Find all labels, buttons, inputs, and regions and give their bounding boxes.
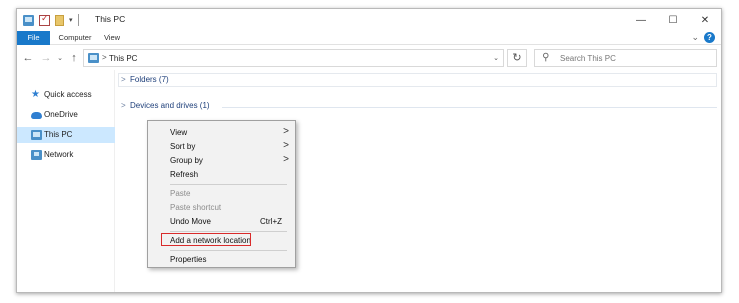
- menu-item-properties[interactable]: Properties: [148, 253, 295, 266]
- up-button[interactable]: ↑: [67, 51, 81, 65]
- window-controls: — ☐ ✕: [625, 9, 721, 31]
- breadcrumb-this-pc[interactable]: This PC: [109, 54, 137, 63]
- menu-item-view[interactable]: View >: [148, 126, 295, 139]
- menu-separator: [170, 250, 287, 251]
- refresh-button[interactable]: ↻: [507, 49, 527, 67]
- menu-item-paste: Paste: [148, 187, 295, 200]
- menu-item-sort-by[interactable]: Sort by >: [148, 140, 295, 153]
- search-placeholder: Search This PC: [560, 54, 616, 63]
- sidebar-item-quick-access[interactable]: ★ Quick access: [17, 87, 115, 103]
- group-divider: [222, 107, 717, 108]
- menu-item-label: Paste shortcut: [170, 203, 222, 212]
- computer-icon: [88, 53, 99, 63]
- chevron-right-icon: >: [121, 75, 126, 84]
- menu-item-paste-shortcut: Paste shortcut: [148, 201, 295, 214]
- computer-icon: [23, 14, 34, 26]
- sidebar-item-label: OneDrive: [44, 110, 78, 119]
- search-input[interactable]: ⚲ Search This PC: [534, 49, 717, 67]
- tab-computer[interactable]: Computer: [57, 31, 93, 45]
- sidebar-item-label: Quick access: [44, 90, 92, 99]
- cloud-icon: [31, 112, 42, 119]
- address-bar[interactable]: > This PC ⌄: [83, 49, 504, 67]
- search-icon: ⚲: [542, 52, 550, 63]
- highlight-outline: [161, 233, 251, 246]
- expand-ribbon-icon[interactable]: ⌄: [691, 32, 699, 43]
- customize-toolbar-dropdown[interactable]: ▾: [69, 16, 73, 24]
- menu-item-label: Paste: [170, 189, 191, 198]
- address-dropdown-icon[interactable]: ⌄: [493, 54, 499, 62]
- menu-item-label: Properties: [170, 255, 207, 264]
- minimize-button[interactable]: —: [625, 9, 657, 31]
- network-icon: [31, 150, 42, 160]
- group-header-devices-and-drives[interactable]: > Devices and drives (1): [116, 98, 721, 114]
- navigation-bar: ← → ⌄ ↑ > This PC ⌄ ↻ ⚲ Search This PC: [17, 46, 721, 70]
- ribbon-tabs: File Computer View ⌄ ?: [17, 31, 721, 45]
- tab-view[interactable]: View: [101, 31, 123, 45]
- menu-item-shortcut: Ctrl+Z: [260, 217, 282, 226]
- group-header-folders[interactable]: > Folders (7): [116, 72, 721, 88]
- menu-item-label: Sort by: [170, 142, 196, 151]
- menu-item-label: Refresh: [170, 170, 199, 179]
- ribbon-right-controls: ⌄ ?: [691, 32, 715, 43]
- chevron-right-icon: >: [121, 101, 126, 110]
- group-header-box: [118, 73, 717, 87]
- submenu-arrow-icon: >: [283, 140, 289, 151]
- file-explorer-window: ▾ This PC — ☐ ✕ File Computer View ⌄ ? ←…: [16, 8, 722, 293]
- breadcrumb-separator[interactable]: >: [102, 53, 107, 62]
- close-button[interactable]: ✕: [689, 9, 721, 31]
- title-separator: [77, 14, 79, 26]
- menu-item-refresh[interactable]: Refresh: [148, 168, 295, 181]
- window-title: This PC: [95, 14, 126, 24]
- group-header-label: Folders (7): [130, 75, 169, 84]
- submenu-arrow-icon: >: [283, 126, 289, 137]
- group-header-label: Devices and drives (1): [130, 101, 210, 110]
- properties-icon[interactable]: [39, 13, 50, 26]
- sidebar-item-label: This PC: [44, 130, 73, 139]
- forward-button[interactable]: →: [39, 51, 53, 65]
- quick-access-toolbar: ▾: [23, 13, 84, 26]
- menu-separator: [170, 184, 287, 185]
- computer-icon: [31, 130, 42, 140]
- star-icon: ★: [31, 89, 40, 100]
- maximize-button[interactable]: ☐: [657, 9, 689, 31]
- back-button[interactable]: ←: [21, 51, 35, 65]
- navigation-pane: ★ Quick access OneDrive This PC Network: [17, 70, 115, 292]
- sidebar-item-label: Network: [44, 150, 74, 159]
- sidebar-item-this-pc[interactable]: This PC: [17, 127, 115, 143]
- submenu-arrow-icon: >: [283, 154, 289, 165]
- menu-separator: [170, 231, 287, 232]
- menu-item-undo-move[interactable]: Undo Move Ctrl+Z: [148, 215, 295, 228]
- tab-file[interactable]: File: [17, 31, 50, 45]
- menu-item-label: Undo Move: [170, 217, 211, 226]
- context-menu: View > Sort by > Group by > Refresh Past…: [147, 120, 296, 268]
- sidebar-item-network[interactable]: Network: [17, 147, 115, 163]
- title-bar: ▾ This PC — ☐ ✕: [17, 9, 721, 31]
- help-icon[interactable]: ?: [704, 32, 715, 43]
- sidebar-item-onedrive[interactable]: OneDrive: [17, 107, 115, 123]
- menu-item-label: View: [170, 128, 188, 137]
- new-folder-icon[interactable]: [55, 14, 64, 26]
- recent-locations-button[interactable]: ⌄: [53, 52, 67, 66]
- menu-item-group-by[interactable]: Group by >: [148, 154, 295, 167]
- menu-item-label: Group by: [170, 156, 203, 165]
